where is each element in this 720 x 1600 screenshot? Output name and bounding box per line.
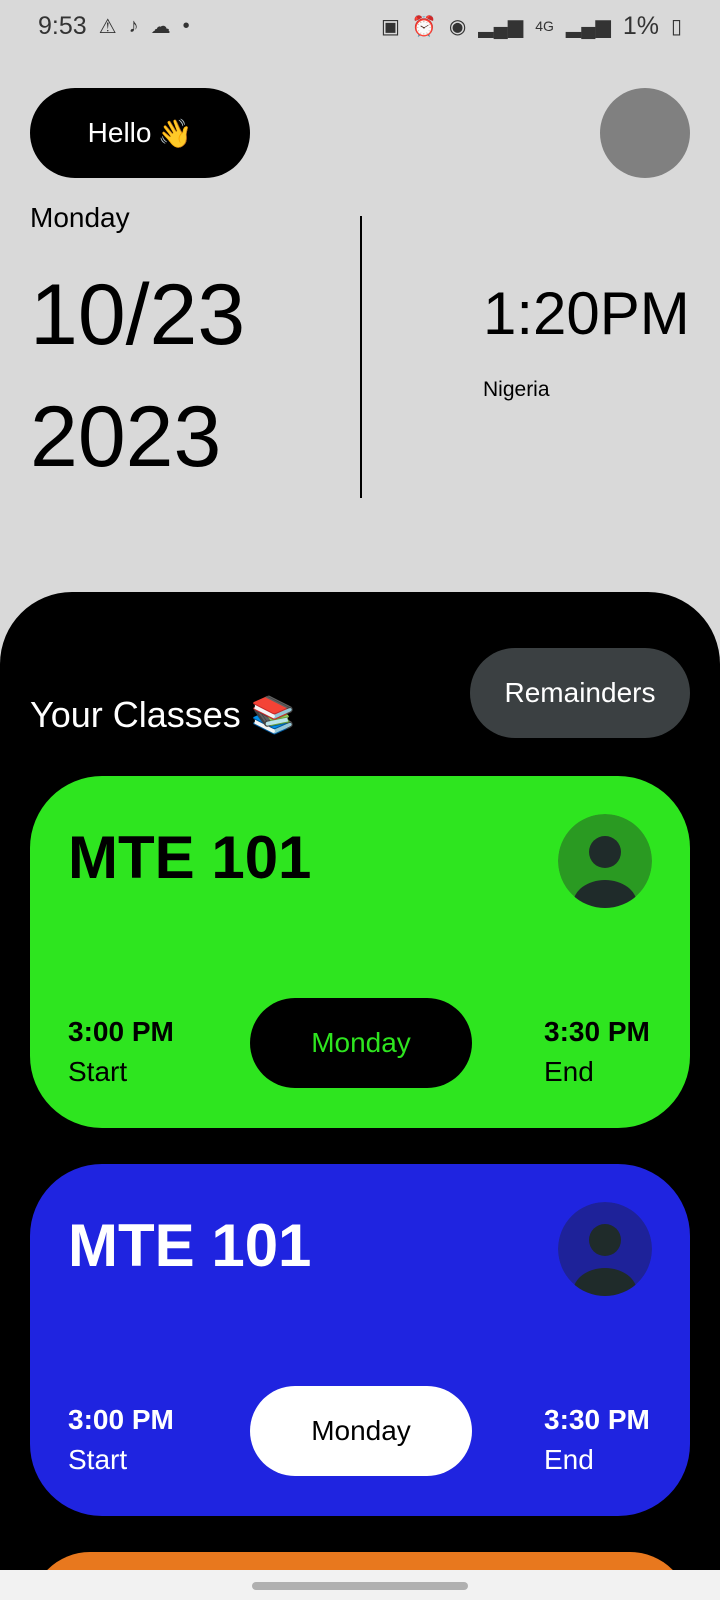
- books-icon: 📚: [250, 694, 296, 735]
- classes-title-text: Your Classes: [30, 694, 241, 735]
- battery-saver-icon: ▣: [381, 15, 400, 38]
- wave-icon: 👋: [157, 117, 193, 149]
- class-card[interactable]: MTE 101 3:00 PM Start Monday 3:30 PM End: [30, 776, 690, 1128]
- start-time: 3:00 PM: [68, 1016, 174, 1047]
- alarm-icon: ⏰: [411, 15, 437, 38]
- end-time: 3:30 PM: [544, 1016, 650, 1047]
- tiktok-icon: ♪: [128, 14, 139, 37]
- class-card[interactable]: MTE 101 3:00 PM Start Monday 3:30 PM End: [30, 1164, 690, 1516]
- day-name: Monday: [30, 202, 130, 233]
- lecturer-avatar-icon: [558, 1202, 652, 1296]
- network-type: 4G: [535, 18, 554, 34]
- class-day-button[interactable]: Monday: [250, 998, 472, 1088]
- class-day-button[interactable]: Monday: [250, 1386, 472, 1476]
- signal-icon: ▂▄▆: [565, 15, 611, 38]
- class-code: MTE 101: [68, 1212, 312, 1279]
- warning-icon: ⚠: [98, 15, 117, 38]
- start-label: Start: [68, 1444, 128, 1475]
- start-label: Start: [68, 1056, 128, 1087]
- status-time: 9:53: [38, 11, 87, 40]
- signal-icon: ▂▄▆: [478, 15, 524, 38]
- greeting-text: Hello: [87, 117, 152, 148]
- cloud-icon: ☁: [150, 15, 171, 38]
- clock-time: 1:20PM: [483, 280, 690, 347]
- clock-location: Nigeria: [483, 378, 550, 401]
- date-month-day: 10/23: [30, 267, 246, 363]
- start-time: 3:00 PM: [68, 1404, 174, 1435]
- lecturer-avatar-icon: [558, 814, 652, 908]
- dot-icon: •: [182, 14, 190, 37]
- battery-percent: 1%: [622, 11, 659, 40]
- classes-heading: Your Classes 📚: [30, 694, 296, 736]
- hotspot-icon: ◉: [448, 15, 467, 38]
- end-label: End: [544, 1056, 594, 1087]
- greeting-button[interactable]: Hello 👋: [30, 88, 250, 178]
- battery-icon: ▯: [670, 15, 682, 38]
- status-bar: 9:53 ⚠ ♪ ☁ • ▣ ⏰ ◉ ▂▄▆ 4G ▂▄▆ 1% ▯: [0, 0, 720, 52]
- reminders-button[interactable]: Remainders: [470, 648, 690, 738]
- end-label: End: [544, 1444, 594, 1475]
- class-code: MTE 101: [68, 824, 312, 891]
- profile-avatar[interactable]: [600, 88, 690, 178]
- end-time: 3:30 PM: [544, 1404, 650, 1435]
- home-gesture-handle[interactable]: [252, 1582, 468, 1590]
- vertical-divider: [360, 216, 362, 498]
- date-year: 2023: [30, 389, 222, 485]
